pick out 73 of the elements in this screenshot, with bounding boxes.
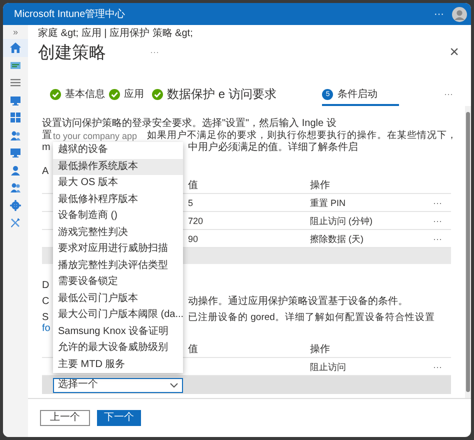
description-text: m (42, 142, 50, 154)
more-button[interactable]: ··· (433, 196, 451, 208)
wizard-step[interactable]: 数据保护 e 访问要求 (152, 84, 276, 106)
description-text: S (42, 312, 49, 324)
app-title: Microsoft Intune管理中心 (14, 8, 126, 22)
table-cell-text: 5 (188, 196, 194, 208)
description-text: 如果用户不满足你的要求，则执行你想要执行的操作。在某些情况下， (147, 130, 457, 142)
check-circle-icon (109, 88, 120, 100)
column-header: 值 (188, 344, 199, 356)
table-cell-text: 重置 PIN (310, 196, 347, 208)
link[interactable]: fo (42, 323, 50, 334)
column-header: 操作 (310, 344, 331, 356)
dropdown-option[interactable]: 最大 OS 版本 (53, 175, 183, 192)
description-text: 已注册设备的 gored。详细了解如何配置设备符合性设置 (188, 312, 436, 324)
description-text: 动操作。通过应用保护策略设置基于设备的条件。 (188, 296, 409, 308)
dropdown-option[interactable]: 最大公司门户版本阈限 (da... (53, 307, 183, 324)
person-icon[interactable] (10, 164, 21, 176)
dropdown-field[interactable]: 选择一个 (53, 378, 183, 392)
dropdown-option[interactable]: 需要设备锁定 (53, 274, 183, 290)
description-text: 中用户必须满足的值。详细了解条件启 (188, 142, 359, 154)
more-button[interactable]: ··· (150, 46, 159, 60)
section-heading: A (42, 166, 49, 178)
home-icon[interactable] (10, 42, 21, 54)
dropdown-option[interactable]: 设备制造商 () (53, 208, 183, 224)
column-header: 操作 (310, 180, 331, 192)
dropdown-option[interactable]: 越狱的设备 (53, 142, 183, 158)
description-text: 置 (42, 130, 53, 142)
expand-button[interactable]: » (12, 25, 18, 39)
chevron-down-icon (170, 382, 178, 388)
scrollbar-thumb[interactable] (466, 112, 470, 392)
more-button[interactable]: ··· (444, 88, 453, 102)
more-button[interactable]: ··· (433, 232, 451, 244)
close-button[interactable]: × (450, 45, 459, 61)
description-text: C (42, 296, 50, 308)
avatar-icon[interactable] (452, 6, 467, 22)
monitor-icon[interactable] (10, 94, 21, 106)
dropdown-option[interactable]: 要求对应用进行威胁扫描 (53, 241, 183, 258)
check-circle-icon (50, 88, 61, 100)
dropdown-option[interactable]: 最低公司门户版本 (53, 290, 183, 307)
description-text: to your company app (52, 130, 137, 142)
column-header: 值 (188, 180, 199, 192)
more-button[interactable]: ··· (433, 360, 451, 372)
more-button[interactable]: ··· (434, 6, 444, 22)
scrollbar[interactable] (465, 106, 471, 398)
dropdown-option[interactable]: 主要 MTD 服务 (53, 356, 183, 373)
check-circle-icon (152, 88, 163, 100)
people-icon[interactable] (10, 182, 21, 194)
wizard-step[interactable]: 基本信息 (50, 84, 105, 106)
previous-button[interactable]: 上一个 (40, 410, 90, 426)
dropdown-option[interactable]: 最低修补程序版本 (53, 192, 183, 208)
dropdown-option[interactable]: 播放完整性判决评估类型 (53, 258, 183, 274)
dropdown-option[interactable]: 游戏完整性判决 (53, 224, 183, 241)
more-button[interactable]: ··· (433, 214, 451, 226)
dropdown-option[interactable]: 最低操作系统版本 (53, 158, 183, 175)
grid-icon[interactable] (10, 112, 21, 124)
list-icon[interactable] (10, 77, 21, 88)
wizard-step[interactable]: 应用 (109, 84, 144, 106)
card-icon[interactable] (10, 60, 21, 71)
dropdown-option[interactable]: 允许的最大设备威胁级别 (53, 340, 183, 356)
monitor-icon[interactable] (10, 147, 21, 158)
table-cell-text: 阻止访问 (分钟) (310, 214, 374, 226)
table-cell-text: 720 (188, 214, 204, 226)
breadcrumb[interactable]: 家庭 &gt; 应用 | 应用保护 策略 &gt; (28, 25, 471, 41)
tools-icon[interactable] (10, 217, 21, 228)
table-cell-text: 阻止访问 (310, 360, 347, 372)
dropdown-option[interactable]: Samsung Knox 设备证明 (53, 324, 183, 340)
next-button[interactable]: 下一个 (97, 410, 141, 426)
page-title: 创建策略 (38, 42, 106, 64)
table-cell-text: 90 (188, 232, 200, 244)
section-heading: D (42, 280, 50, 292)
description-text: 设置访问保护策略的登录安全要求。选择"设置"，然后输入 Ingle 设 (42, 118, 338, 130)
people-icon[interactable] (10, 130, 21, 141)
table-cell-text: 擦除数据 (天) (310, 232, 364, 244)
